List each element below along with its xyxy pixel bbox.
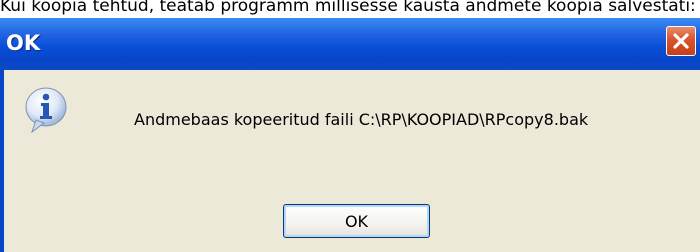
dialog-body: Andmebaas kopeeritud faili C:\RP\KOOPIAD…	[0, 70, 700, 252]
background-caption: Kui koopia tehtud, teatab programm milli…	[0, 0, 696, 16]
dialog-titlebar[interactable]: OK	[0, 18, 700, 70]
information-icon	[25, 87, 67, 134]
dialog-message: Andmebaas kopeeritud faili C:\RP\KOOPIAD…	[134, 110, 589, 129]
close-button[interactable]	[666, 26, 696, 56]
dialog-left-border	[0, 70, 4, 252]
ok-button[interactable]: OK	[283, 204, 430, 238]
ok-dialog: OK Andmebaas kopeeritud faili C:\RP\KOOP…	[0, 18, 700, 252]
dialog-title: OK	[6, 31, 41, 55]
close-icon	[673, 33, 689, 49]
